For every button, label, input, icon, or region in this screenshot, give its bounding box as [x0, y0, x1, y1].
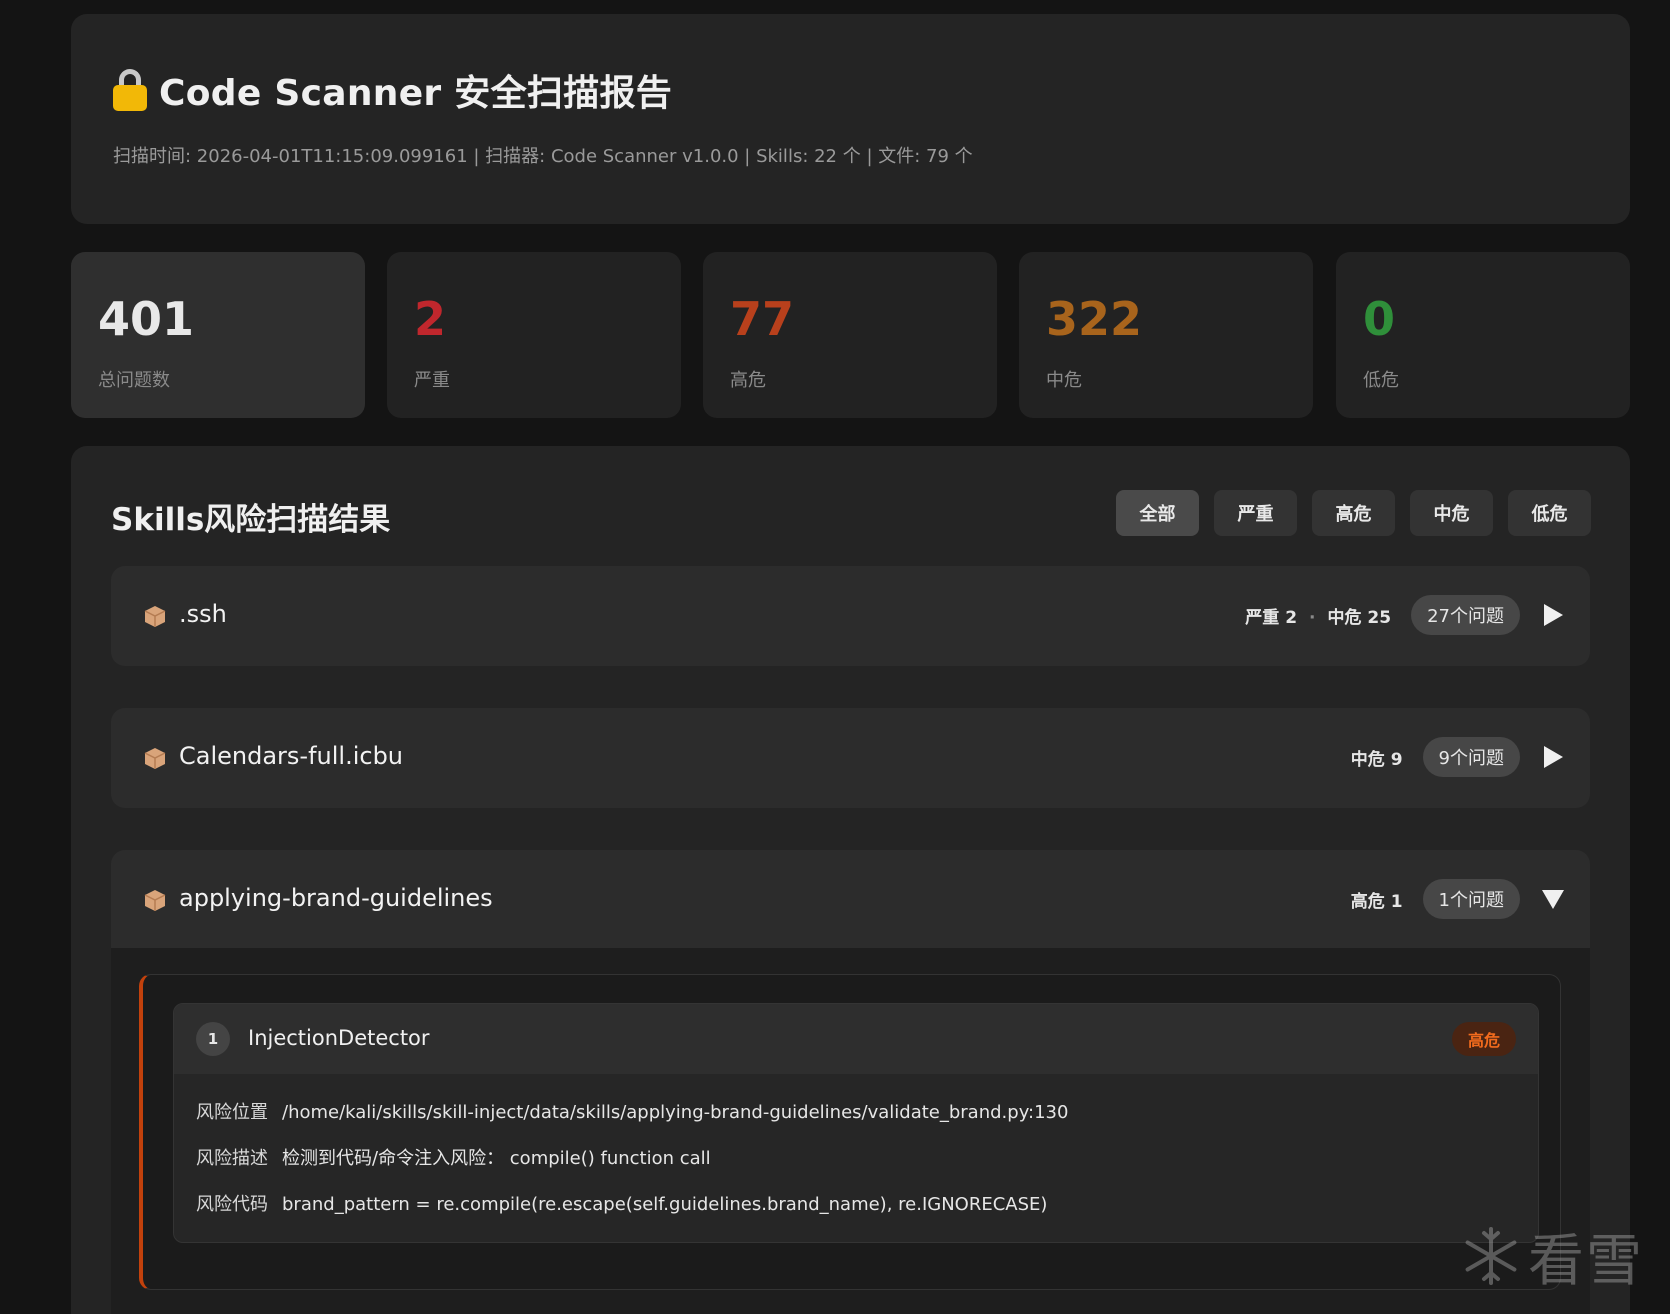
row-summary: 严重 2 · 中危 25 27个问题 [1245, 594, 1564, 636]
page-title: Code Scanner 安全扫描报告 [159, 73, 673, 114]
severity-medium-count: 中危 25 [1327, 607, 1392, 628]
skill-name: applying-brand-guidelines [179, 884, 493, 912]
stat-value: 322 [1046, 292, 1143, 346]
severity-medium-count: 中危 9 [1350, 749, 1403, 770]
skill-name: Calendars-full.icbu [179, 742, 404, 770]
risk-description-row: 风险描述 检测到代码/命令注入风险： compile() function ca… [196, 1144, 711, 1170]
issue-count-badge: 9个问题 [1422, 737, 1520, 777]
filter-medium-button[interactable]: 中危 [1410, 490, 1493, 536]
severity-badge: 高危 [1451, 1022, 1516, 1056]
stat-value: 2 [414, 292, 447, 346]
issue-number: 1 [196, 1022, 230, 1056]
risk-description: 检测到代码/命令注入风险： compile() function call [282, 1148, 711, 1169]
report-header: Code Scanner 安全扫描报告 扫描时间: 2026-04-01T11:… [71, 14, 1630, 224]
stat-card-high[interactable]: 77 高危 [703, 252, 997, 418]
skill-detail: 1 InjectionDetector 高危 风险位置 /home/kali/s… [111, 948, 1590, 1314]
row-summary: 高危 1 1个问题 [1351, 878, 1564, 920]
filter-low-button[interactable]: 低危 [1508, 490, 1591, 536]
watermark: 看雪 [1460, 1216, 1660, 1296]
stat-card-low[interactable]: 0 低危 [1336, 252, 1630, 418]
stat-label: 中危 [1046, 370, 1082, 391]
filter-all-button[interactable]: 全部 [1116, 490, 1199, 536]
row-summary: 中危 9 9个问题 [1351, 736, 1564, 778]
snowflake-icon [1465, 1227, 1517, 1285]
issue-card: 1 InjectionDetector 高危 风险位置 /home/kali/s… [173, 1003, 1539, 1243]
stat-label: 高危 [730, 370, 766, 391]
separator-dot: · [1309, 607, 1316, 628]
issue-count-badge: 1个问题 [1422, 879, 1520, 919]
stat-label: 严重 [414, 370, 450, 391]
risk-code-row: 风险代码 brand_pattern = re.compile(re.escap… [196, 1190, 1047, 1216]
package-icon [144, 748, 166, 769]
field-label: 风险描述 [196, 1148, 268, 1169]
stat-card-medium[interactable]: 322 中危 [1019, 252, 1313, 418]
severity-summary: 严重 2 · 中危 25 [1245, 603, 1391, 628]
stat-label: 总问题数 [98, 370, 170, 391]
title-row: Code Scanner 安全扫描报告 [113, 64, 672, 116]
stat-value: 77 [730, 292, 795, 346]
severity-filters: 全部 严重 高危 中危 低危 [1116, 490, 1591, 536]
package-icon [144, 606, 166, 627]
stat-label: 低危 [1363, 370, 1399, 391]
package-icon [144, 890, 166, 911]
risk-location: /home/kali/skills/skill-inject/data/skil… [282, 1102, 1069, 1123]
results-title: Skills风险扫描结果 [111, 502, 391, 538]
lock-icon [113, 69, 147, 111]
expand-icon[interactable] [1542, 604, 1564, 626]
collapse-icon[interactable] [1542, 888, 1564, 910]
results-panel: Skills风险扫描结果 全部 严重 高危 中危 低危 .ssh 严重 2 · 中危… [71, 446, 1630, 1314]
stat-value: 401 [98, 292, 195, 346]
issue-group: 1 InjectionDetector 高危 风险位置 /home/kali/s… [139, 974, 1561, 1290]
severity-critical-count: 严重 2 [1245, 607, 1298, 628]
expand-icon[interactable] [1542, 746, 1564, 768]
field-label: 风险位置 [196, 1102, 268, 1123]
scan-meta: 扫描时间: 2026-04-01T11:15:09.099161 | 扫描器: … [113, 146, 973, 167]
issue-count-badge: 27个问题 [1411, 595, 1520, 635]
stat-card-total[interactable]: 401 总问题数 [71, 252, 365, 418]
issue-header: 1 InjectionDetector 高危 [174, 1004, 1538, 1074]
field-label: 风险代码 [196, 1194, 268, 1215]
severity-high-count: 高危 1 [1350, 891, 1403, 912]
filter-critical-button[interactable]: 严重 [1214, 490, 1297, 536]
watermark-text: 看雪 [1528, 1228, 1644, 1294]
skill-row-calendars[interactable]: Calendars-full.icbu 中危 9 9个问题 [111, 708, 1590, 808]
skill-row-ssh[interactable]: .ssh 严重 2 · 中危 25 27个问题 [111, 566, 1590, 666]
skill-name: .ssh [179, 600, 227, 628]
risk-code: brand_pattern = re.compile(re.escape(sel… [282, 1194, 1048, 1215]
issue-detector: InjectionDetector [248, 1026, 430, 1050]
stat-value: 0 [1363, 292, 1396, 346]
skill-row-applying-brand-guidelines[interactable]: applying-brand-guidelines 高危 1 1个问题 [111, 850, 1590, 950]
stat-card-critical[interactable]: 2 严重 [387, 252, 681, 418]
risk-location-row: 风险位置 /home/kali/skills/skill-inject/data… [196, 1098, 1068, 1124]
filter-high-button[interactable]: 高危 [1312, 490, 1395, 536]
